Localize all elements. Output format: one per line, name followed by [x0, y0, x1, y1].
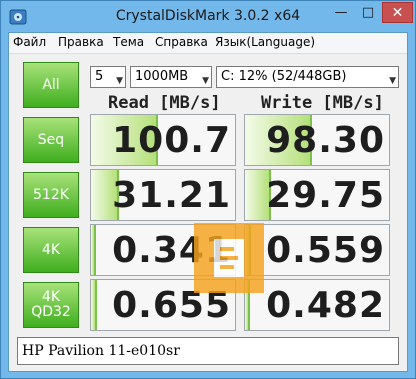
- menu-language[interactable]: Язык(Language): [215, 35, 315, 49]
- 4k-qd32-read-bar: [91, 280, 98, 330]
- menu-file[interactable]: Файл: [13, 35, 46, 49]
- app-window: CrystalDiskMark 3.0.2 x64 — □ ✕ Файл Пра…: [0, 0, 416, 379]
- seq-read-value: 100.7: [112, 119, 231, 161]
- seq-read-cell: 100.7: [90, 114, 236, 166]
- 512k-button[interactable]: 512K: [23, 172, 79, 218]
- 4k-write-value: 0.559: [266, 229, 385, 271]
- chevron-down-icon: ▼: [116, 76, 123, 86]
- seq-write-value: 98.30: [266, 119, 385, 161]
- minimize-button[interactable]: —: [328, 2, 354, 23]
- read-header: Read [MB/s]: [108, 93, 221, 113]
- close-button[interactable]: ✕: [382, 2, 413, 23]
- 4k-read-bar: [91, 225, 96, 275]
- menu-edit[interactable]: Правка: [58, 35, 104, 49]
- seq-write-cell: 98.30: [244, 114, 390, 166]
- menu-theme[interactable]: Тема: [113, 35, 144, 49]
- maximize-button[interactable]: □: [355, 2, 381, 23]
- 512k-read-cell: 31.21: [90, 169, 236, 221]
- 4k-qd32-write-cell: 0.482: [244, 279, 390, 331]
- runs-value: 5: [95, 69, 104, 84]
- 4k-button[interactable]: 4K: [23, 227, 79, 273]
- write-header: Write [MB/s]: [261, 93, 384, 113]
- 512k-read-value: 31.21: [112, 174, 231, 216]
- size-select[interactable]: 1000MB ▼: [130, 66, 212, 88]
- 512k-write-value: 29.75: [266, 174, 385, 216]
- chevron-down-icon: ▼: [389, 76, 396, 86]
- 512k-write-cell: 29.75: [244, 169, 390, 221]
- menu-bar: Файл Правка Тема Справка Язык(Language): [9, 33, 407, 54]
- logo-watermark: [194, 223, 264, 293]
- menu-help[interactable]: Справка: [155, 35, 208, 49]
- seq-button[interactable]: Seq: [23, 117, 79, 163]
- all-button[interactable]: All: [23, 62, 79, 108]
- client-area: Файл Правка Тема Справка Язык(Language) …: [8, 32, 408, 372]
- size-value: 1000MB: [135, 69, 189, 84]
- drive-value: C: 12% (52/448GB): [221, 69, 347, 84]
- drive-select[interactable]: C: 12% (52/448GB) ▼: [216, 66, 399, 88]
- comment-field[interactable]: HP Pavilion 11-e010sr: [17, 337, 399, 365]
- chevron-down-icon: ▼: [202, 76, 209, 86]
- 4k-write-cell: 0.559: [244, 224, 390, 276]
- 4k-qd32-button[interactable]: 4K QD32: [23, 282, 79, 328]
- runs-select[interactable]: 5 ▼: [90, 66, 126, 88]
- 4k-qd32-write-value: 0.482: [266, 284, 385, 326]
- title-bar: CrystalDiskMark 3.0.2 x64 — □ ✕: [1, 1, 415, 32]
